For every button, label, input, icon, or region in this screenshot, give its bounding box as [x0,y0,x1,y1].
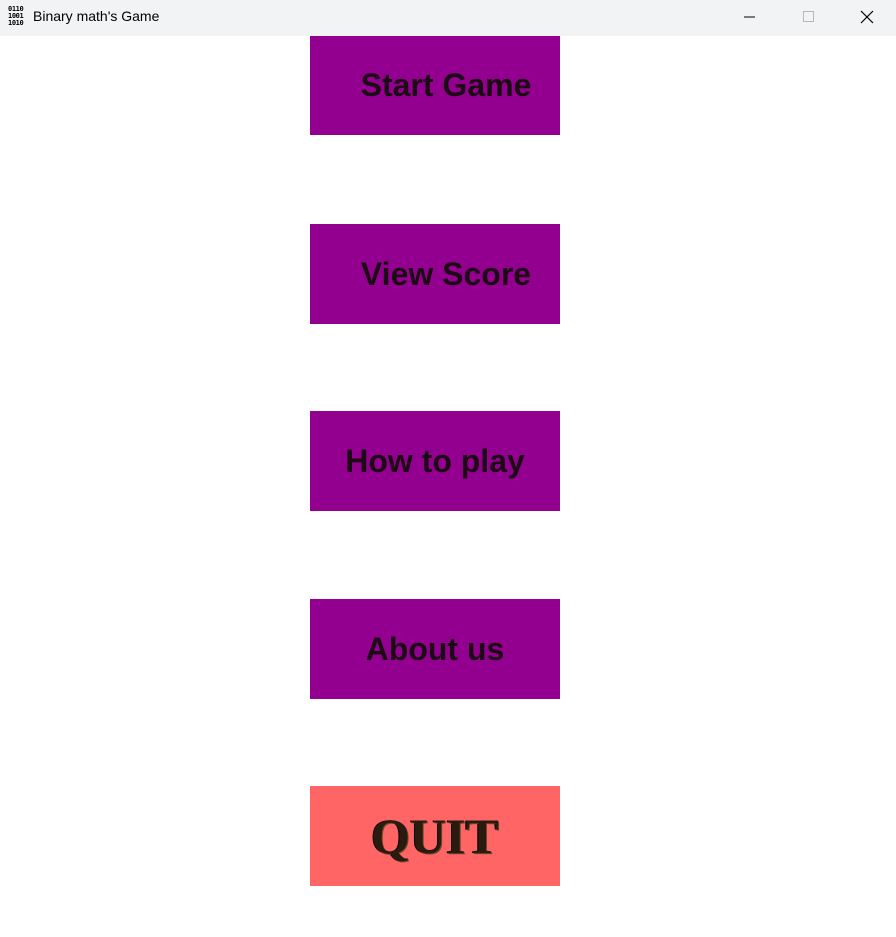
close-icon [860,10,874,24]
main-menu: Start Game View Score How to play About … [0,36,896,937]
minimize-icon [744,16,755,18]
about-us-button[interactable]: About us [310,599,560,699]
maximize-icon [803,11,814,22]
app-icon-line: 1010 [8,19,24,27]
maximize-button[interactable] [780,0,838,34]
how-to-play-button[interactable]: How to play [310,411,560,511]
view-score-button[interactable]: View Score [310,224,560,324]
app-window: 0110 1001 1010 Binary math's Game Start … [0,0,896,937]
start-game-button[interactable]: Start Game [310,36,560,135]
quit-button[interactable]: QUIT [310,786,560,886]
window-title: Binary math's Game [33,8,160,24]
title-bar[interactable]: 0110 1001 1010 Binary math's Game [0,0,896,36]
close-button[interactable] [838,0,896,34]
minimize-button[interactable] [721,0,779,34]
binary-icon: 0110 1001 1010 [8,6,28,28]
